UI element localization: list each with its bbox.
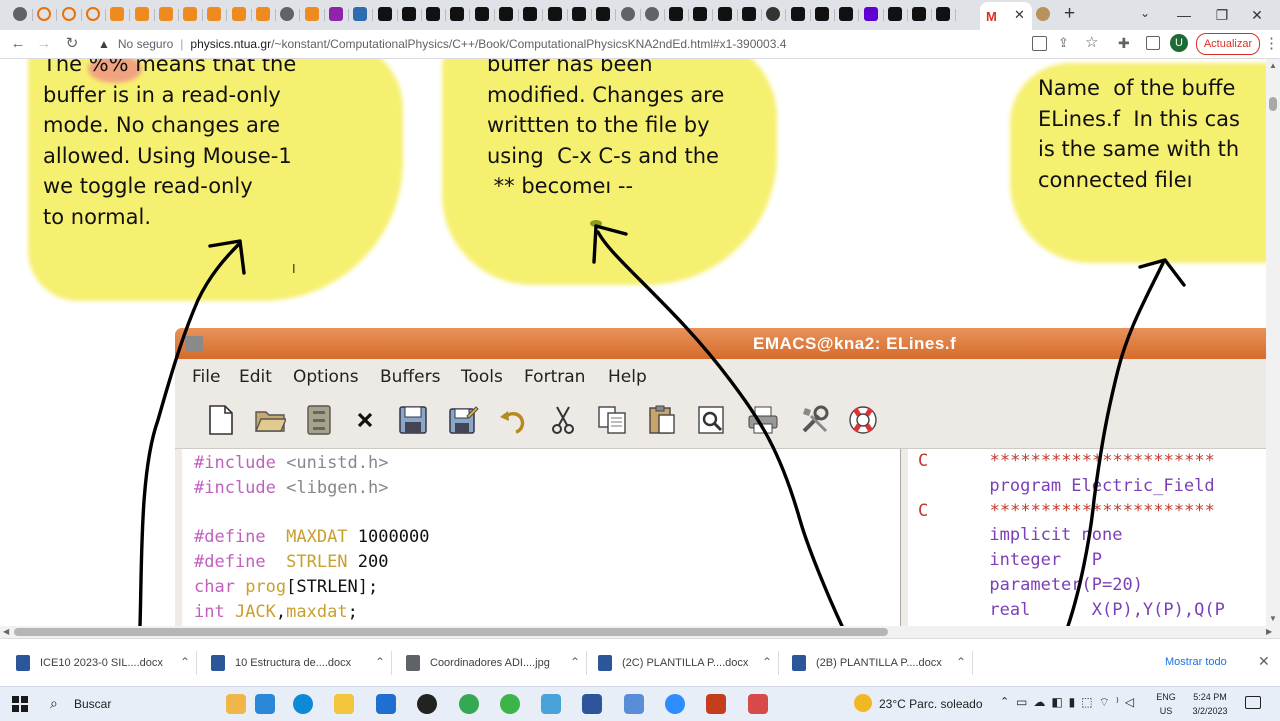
vertical-scrollbar[interactable]: ▲ ▼ bbox=[1266, 59, 1280, 626]
scroll-up-icon[interactable]: ▲ bbox=[1269, 61, 1277, 70]
zoom-icon[interactable] bbox=[665, 694, 685, 714]
download-filename: (2B) PLANTILLA P....docx bbox=[816, 657, 942, 669]
word-file-icon bbox=[211, 655, 225, 671]
close-download-bar-icon[interactable]: ✕ bbox=[1258, 653, 1270, 670]
notification-icon[interactable] bbox=[1245, 696, 1261, 709]
widgets-icon[interactable] bbox=[226, 694, 246, 714]
language-top: ENG bbox=[1156, 692, 1176, 702]
show-all-downloads-button[interactable]: Mostrar todo bbox=[1165, 656, 1227, 668]
edge-icon[interactable] bbox=[293, 694, 313, 714]
download-separator bbox=[586, 651, 587, 675]
scroll-left-icon[interactable]: ◀ bbox=[3, 627, 9, 636]
windows-taskbar: ⌕ Buscar 23°C Parc. soleado ⌃ ▭☁◧▮⬚⌔⁾◁ E… bbox=[0, 686, 1280, 721]
download-item[interactable]: 10 Estructura de....docx ⌃ bbox=[211, 649, 385, 677]
file-explorer-icon[interactable] bbox=[334, 694, 354, 714]
photos-icon[interactable] bbox=[624, 694, 644, 714]
weather-text[interactable]: 23°C Parc. soleado bbox=[879, 697, 983, 711]
image-file-icon bbox=[406, 655, 420, 671]
chevron-up-icon[interactable]: ⌃ bbox=[375, 655, 385, 669]
download-separator bbox=[196, 651, 197, 675]
dell-icon[interactable] bbox=[417, 694, 437, 714]
chevron-up-icon[interactable]: ⌃ bbox=[180, 655, 190, 669]
horizontal-scroll-thumb[interactable] bbox=[14, 628, 888, 636]
download-separator bbox=[972, 651, 973, 675]
chevron-up-icon[interactable]: ⌃ bbox=[956, 655, 966, 669]
download-item[interactable]: (2C) PLANTILLA P....docx ⌃ bbox=[598, 649, 772, 677]
download-separator bbox=[778, 651, 779, 675]
download-bar: ICE10 2023-0 SIL....docx ⌃ 10 Estructura d… bbox=[0, 638, 1280, 687]
language-bottom: US bbox=[1159, 706, 1173, 716]
notes-app-icon[interactable] bbox=[541, 694, 561, 714]
vertical-scroll-thumb[interactable] bbox=[1269, 97, 1277, 111]
windows-start-icon[interactable] bbox=[12, 696, 28, 712]
arrow-middle-shaft bbox=[596, 230, 844, 628]
weather-icon bbox=[854, 694, 872, 712]
search-magnifier-icon: ⌕ bbox=[50, 695, 58, 711]
clock-date: 3/2/2023 bbox=[1192, 706, 1228, 716]
scroll-down-icon[interactable]: ▼ bbox=[1269, 614, 1277, 623]
word-icon[interactable] bbox=[582, 694, 602, 714]
arrow-left-shaft bbox=[138, 241, 242, 628]
download-filename: Coordinadores ADI....jpg bbox=[430, 657, 550, 669]
download-separator bbox=[391, 651, 392, 675]
word-file-icon bbox=[598, 655, 612, 671]
horizontal-scrollbar[interactable]: ◀ ▶ bbox=[0, 626, 1280, 638]
clock[interactable]: 5:24 PM 3/2/2023 bbox=[1180, 690, 1240, 718]
download-item[interactable]: ICE10 2023-0 SIL....docx ⌃ bbox=[16, 649, 190, 677]
tray-system-icons[interactable]: ▭☁◧▮⬚⌔⁾◁ bbox=[1016, 695, 1140, 710]
download-item[interactable]: Coordinadores ADI....jpg ⌃ bbox=[406, 649, 580, 677]
annotation-arrows bbox=[138, 224, 1186, 628]
download-filename: ICE10 2023-0 SIL....docx bbox=[40, 657, 163, 669]
taskbar-search-placeholder: Buscar bbox=[74, 697, 112, 711]
green-app-icon[interactable] bbox=[500, 694, 520, 714]
clock-time: 5:24 PM bbox=[1193, 692, 1227, 702]
word-file-icon bbox=[16, 655, 30, 671]
taskbar-search-box[interactable]: ⌕ Buscar bbox=[42, 691, 232, 717]
download-filename: (2C) PLANTILLA P....docx bbox=[622, 657, 749, 669]
language-indicator[interactable]: ENG US bbox=[1154, 690, 1178, 718]
mail-icon[interactable] bbox=[376, 694, 396, 714]
phone-link-icon[interactable] bbox=[255, 694, 275, 714]
powerpoint-icon[interactable] bbox=[706, 694, 726, 714]
arrow-right-shaft bbox=[1066, 261, 1165, 628]
tray-overflow-icon[interactable]: ⌃ bbox=[1000, 695, 1009, 708]
chevron-up-icon[interactable]: ⌃ bbox=[762, 655, 772, 669]
download-filename: 10 Estructura de....docx bbox=[235, 657, 352, 669]
chrome-taskbar-icon[interactable] bbox=[459, 694, 479, 714]
scroll-right-icon[interactable]: ▶ bbox=[1266, 627, 1272, 636]
word-file-icon bbox=[792, 655, 806, 671]
snip-icon[interactable] bbox=[748, 694, 768, 714]
chevron-up-icon[interactable]: ⌃ bbox=[570, 655, 580, 669]
download-item[interactable]: (2B) PLANTILLA P....docx ⌃ bbox=[792, 649, 966, 677]
